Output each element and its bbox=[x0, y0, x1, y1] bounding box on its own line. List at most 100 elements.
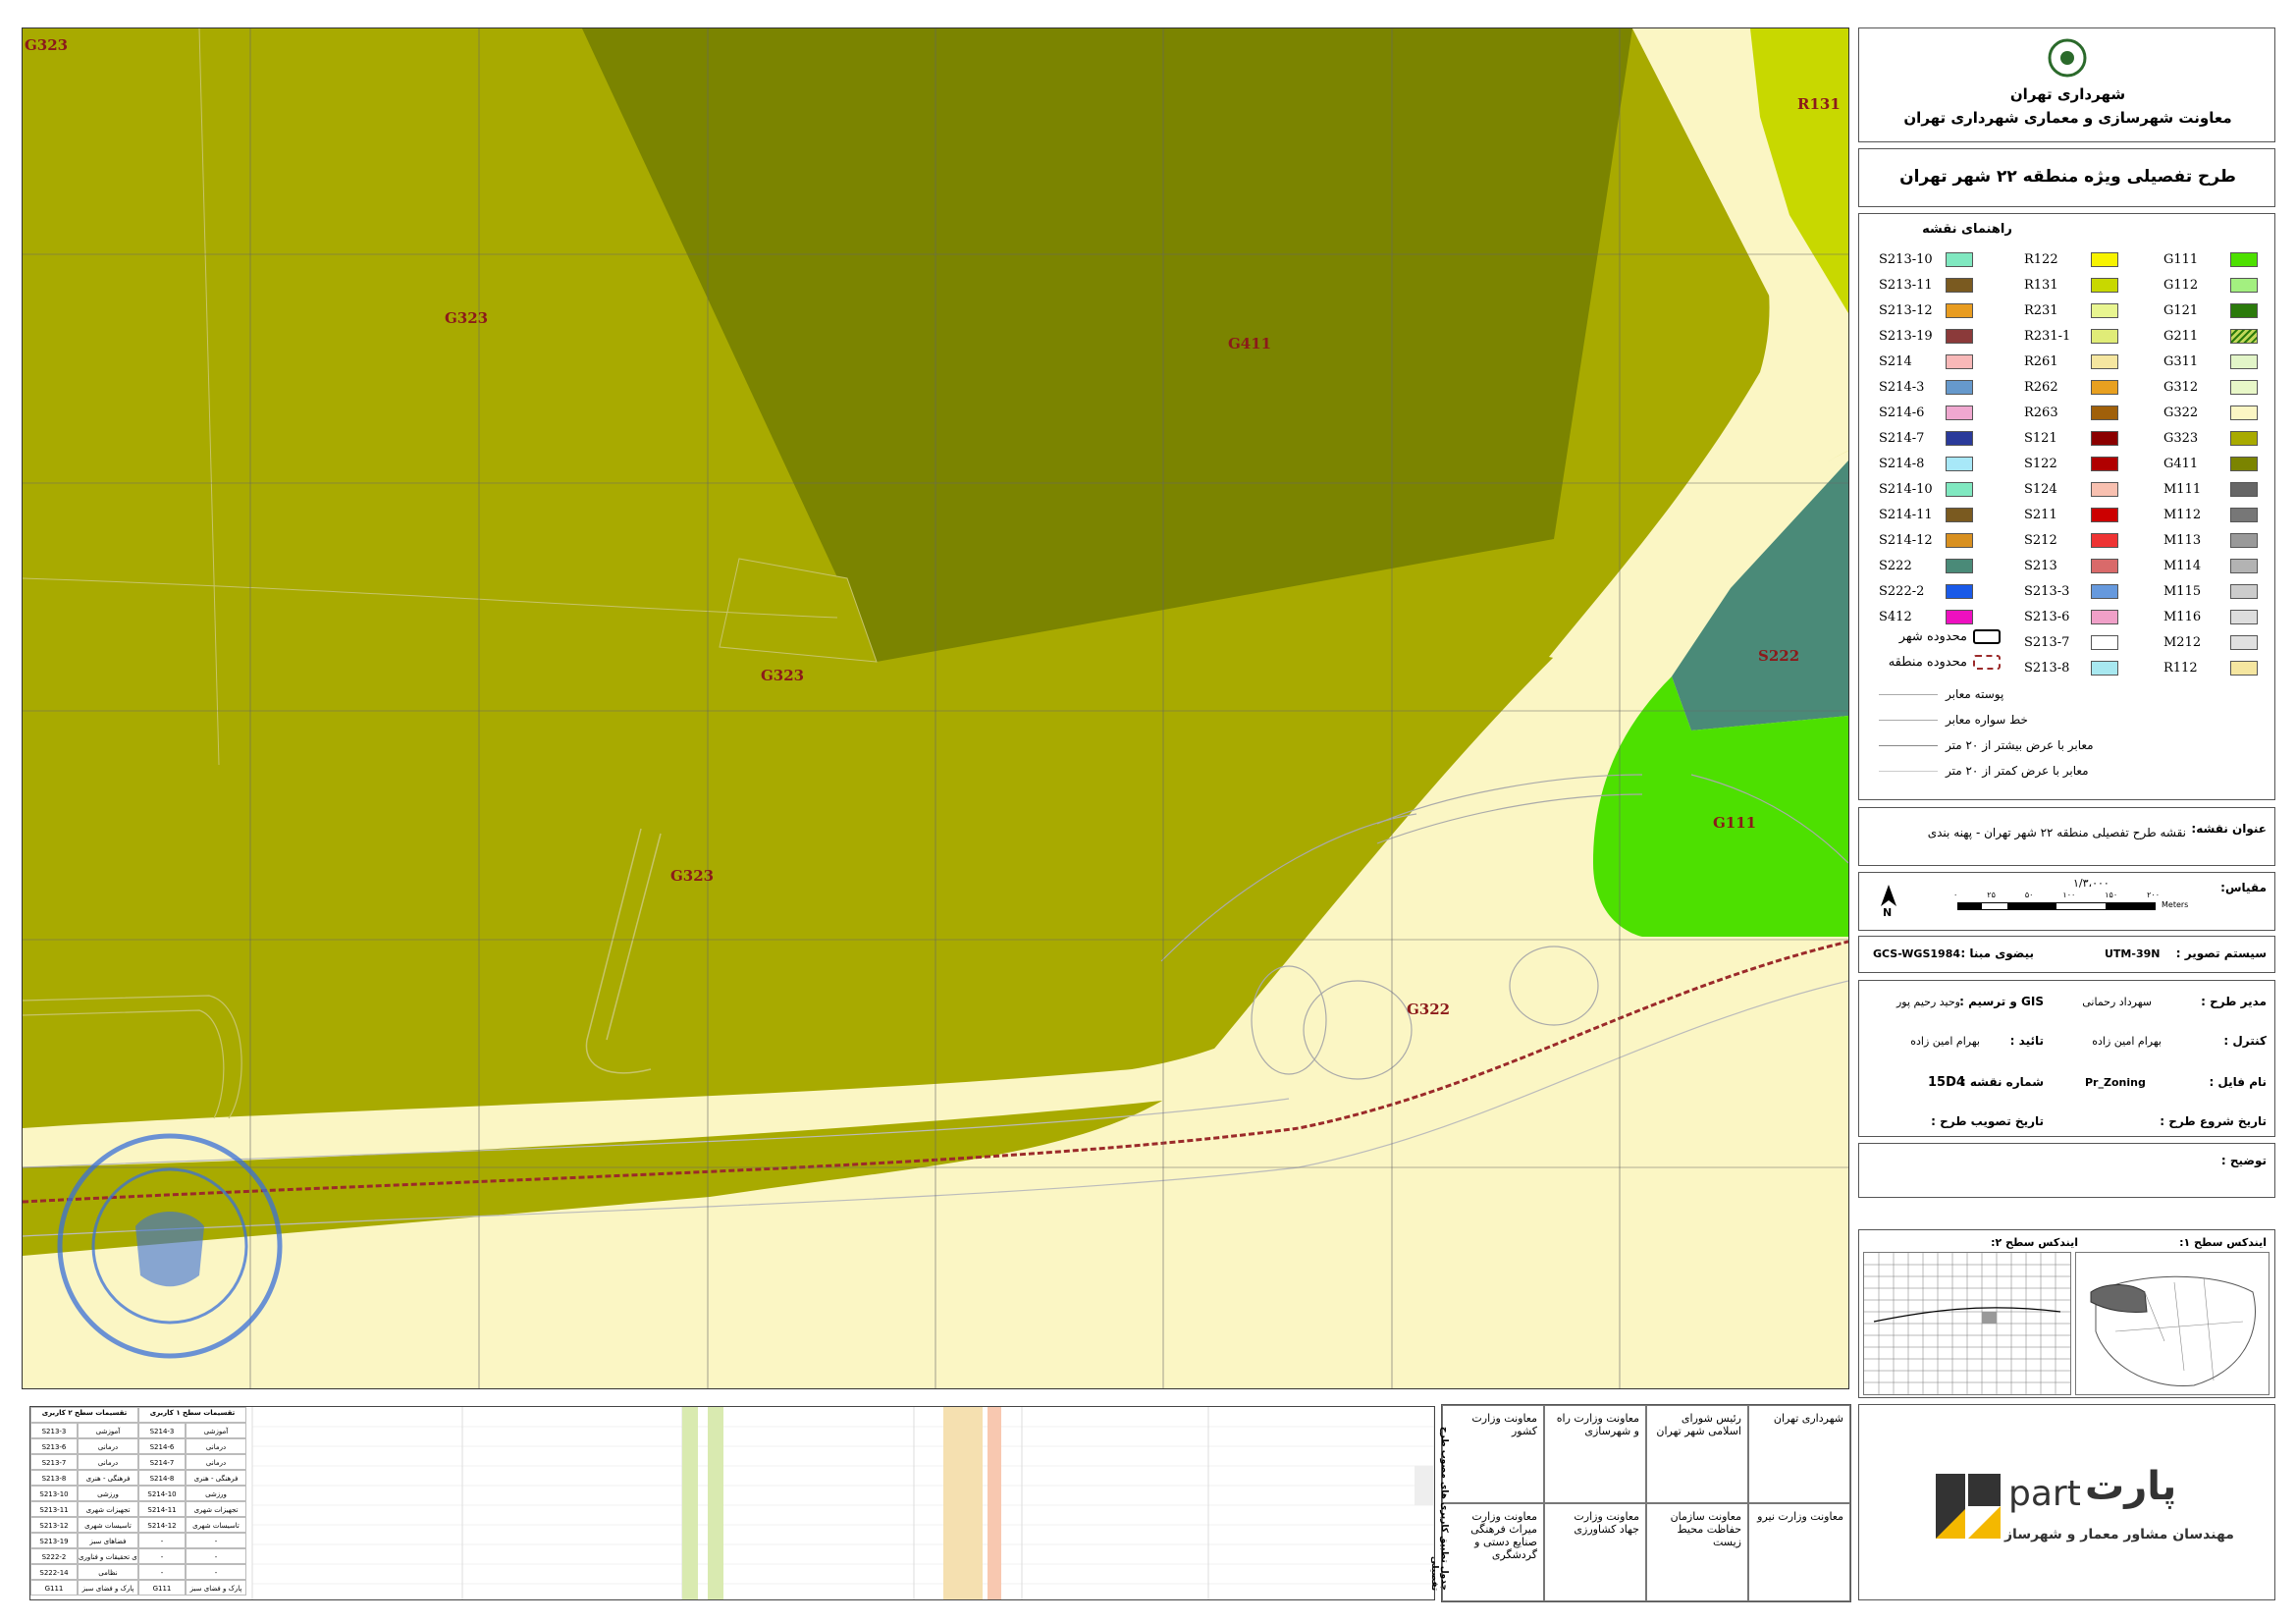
org-subtitle: معاونت شهرسازی و معماری شهرداری تهران bbox=[1903, 109, 2232, 127]
zone-label-r131: R131 bbox=[1797, 95, 1841, 113]
legend-swatch bbox=[2091, 583, 2118, 599]
legend-item-g312: G312 bbox=[2163, 377, 2258, 397]
legend-swatch bbox=[2091, 302, 2118, 318]
scale-box: مقیاس: ۱/۳،۰۰۰ N ۰ ۲۵ ۵۰ ۱۰۰ ۱۵۰ ۲۰۰ Meters bbox=[1858, 872, 2275, 931]
legend-swatch bbox=[1946, 302, 1973, 318]
legend-swatch bbox=[1946, 609, 1973, 624]
scale-unit: Meters bbox=[2162, 900, 2189, 909]
legend-item-s213-7: S213-7 bbox=[2024, 632, 2118, 652]
legend-swatch bbox=[2230, 302, 2258, 318]
legend-swatch bbox=[2230, 251, 2258, 267]
legend-item-m212: M212 bbox=[2163, 632, 2258, 652]
index-level2-label: ایندکس سطح ۲: bbox=[1991, 1236, 2078, 1249]
legend-item-s213-3: S213-3 bbox=[2024, 581, 2118, 601]
legend-swatch bbox=[2230, 481, 2258, 497]
legend-item-g323: G323 bbox=[2163, 428, 2258, 448]
legend-line-wide: معابر با عرض بیشتر از ۲۰ متر bbox=[1879, 736, 2094, 754]
part-logo-icon bbox=[1936, 1474, 2001, 1539]
legend-item-s214-7: S214-7 bbox=[1879, 428, 1973, 448]
zone-label-s222: S222 bbox=[1758, 647, 1800, 665]
org-name: شهرداری تهران bbox=[2009, 85, 2126, 103]
legend-swatch bbox=[2091, 609, 2118, 624]
legend-item-g211: G211 bbox=[2163, 326, 2258, 346]
bottom-tables: تقسیمات سطح ۲ کاربری تقسیمات سطح ۱ کاربری… bbox=[29, 1406, 1435, 1600]
plan-title: طرح تفصیلی ویژه منطقه ۲۲ شهر تهران bbox=[1899, 167, 2236, 187]
approve-label: تائید : bbox=[2009, 1034, 2044, 1048]
legend-swatch bbox=[2230, 609, 2258, 624]
legend-swatch bbox=[2230, 328, 2258, 344]
approvals-box: شهرداری تهران رئیس شورای اسلامی شهر تهرا… bbox=[1441, 1404, 1851, 1602]
index-level1-map bbox=[2075, 1252, 2269, 1395]
projection-label: سیستم تصویر : bbox=[2175, 947, 2267, 960]
legend-swatch bbox=[1946, 353, 1973, 369]
org-agriculture: معاونت وزارت جهاد کشاورزی bbox=[1544, 1503, 1646, 1601]
bottom-table-grid bbox=[251, 1407, 1434, 1599]
legend-city-boundary: محدوده شهر bbox=[1879, 626, 2001, 646]
org-environment: معاونت سازمان حفاظت محیط زیست bbox=[1646, 1503, 1748, 1601]
zone-label-g323: G323 bbox=[761, 667, 805, 684]
legend-item-s121: S121 bbox=[2024, 428, 2118, 448]
datum-value: GCS-WGS1984 bbox=[1873, 947, 1960, 960]
sheet-label: شماره نقشه : bbox=[1960, 1075, 2044, 1089]
legend-swatch bbox=[1946, 328, 1973, 344]
index-box: ایندکس سطح ۱: ایندکس سطح ۲: bbox=[1858, 1229, 2275, 1398]
legend-item-m116: M116 bbox=[2163, 607, 2258, 626]
map-title-box: عنوان نقشه: نقشه طرح تفصیلی منطقه ۲۲ شهر… bbox=[1858, 807, 2275, 866]
legend-item-s214-11: S214-11 bbox=[1879, 505, 1973, 524]
approve-value: بهرام امین زاده bbox=[1910, 1035, 1980, 1048]
credits-box: مدیر طرح : سهرداد رحمانی GIS و ترسیم : و… bbox=[1858, 980, 2275, 1137]
north-arrow-icon: N bbox=[1877, 883, 1900, 922]
zone-label-g323: G323 bbox=[670, 867, 715, 885]
approve-date-label: تاریخ تصویب طرح : bbox=[1931, 1114, 2044, 1128]
legend-line-narrow: معابر با عرض کمتر از ۲۰ متر bbox=[1879, 762, 2089, 780]
legend-item-g111: G111 bbox=[2163, 249, 2258, 269]
legend-swatch bbox=[2091, 405, 2118, 420]
legend-swatch bbox=[2230, 532, 2258, 548]
legend-swatch bbox=[1946, 558, 1973, 573]
map-title-value: نقشه طرح تفصیلی منطقه ۲۲ شهر تهران - پهن… bbox=[1927, 826, 2186, 839]
legend-item-s214-8: S214-8 bbox=[1879, 454, 1973, 473]
legend-swatch bbox=[2091, 251, 2118, 267]
org-tehran-municipality: شهرداری تهران bbox=[1748, 1405, 1850, 1503]
legend-item-s222-2: S222-2 bbox=[1879, 581, 1973, 601]
legend-item-s222: S222 bbox=[1879, 556, 1973, 575]
zone-label-g322: G322 bbox=[1407, 1001, 1451, 1018]
legend-item-s214-12: S214-12 bbox=[1879, 530, 1973, 550]
legend-district-boundary: محدوده منطقه bbox=[1879, 652, 2001, 672]
org-roads-ministry: معاونت وزارت راه و شهرسازی bbox=[1544, 1405, 1646, 1503]
legend-item-s214: S214 bbox=[1879, 352, 1973, 371]
legend-swatch bbox=[2091, 430, 2118, 446]
index-level1-label: ایندکس سطح ۱: bbox=[2179, 1236, 2267, 1249]
legend-swatch bbox=[1946, 430, 1973, 446]
legend-item-s213-11: S213-11 bbox=[1879, 275, 1973, 295]
legend-item-s213: S213 bbox=[2024, 556, 2118, 575]
legend-box: راهنمای نقشه G111 G112 G121 G211 G311 G312 G32… bbox=[1858, 213, 2275, 800]
legend-swatch bbox=[2230, 379, 2258, 395]
legend-swatch bbox=[1946, 405, 1973, 420]
zone-label-g111: G111 bbox=[1713, 814, 1757, 832]
legend-swatch bbox=[2230, 430, 2258, 446]
org-energy-ministry: معاونت وزارت نیرو bbox=[1748, 1503, 1850, 1601]
projection-value: UTM-39N bbox=[2105, 947, 2161, 960]
legend-item-s211: S211 bbox=[2024, 505, 2118, 524]
legend-item-s213-10: S213-10 bbox=[1879, 249, 1973, 269]
legend-item-s213-8: S213-8 bbox=[2024, 658, 2118, 677]
legend-swatch bbox=[2091, 277, 2118, 293]
legend-swatch bbox=[2230, 583, 2258, 599]
scale-ratio: ۱/۳،۰۰۰ bbox=[2073, 877, 2109, 890]
zone-label-g323: G323 bbox=[445, 309, 489, 327]
notes-box: توضیح : bbox=[1858, 1143, 2275, 1198]
legend-swatch bbox=[1946, 251, 1973, 267]
sheet-value: 15D4 bbox=[1928, 1075, 1965, 1090]
tehran-municipality-logo bbox=[2046, 36, 2089, 80]
zone-label-g411: G411 bbox=[1228, 335, 1272, 352]
legend-item-m111: M111 bbox=[2163, 479, 2258, 499]
control-value: بهرام امین زاده bbox=[2092, 1035, 2162, 1048]
map-frame[interactable]: G323 G323 G323 G323 G411 R131 S222 G111 … bbox=[22, 27, 1849, 1389]
scale-label: مقیاس: bbox=[2220, 881, 2267, 894]
legend-swatch bbox=[1946, 507, 1973, 522]
scale-ticks: ۰ ۲۵ ۵۰ ۱۰۰ ۱۵۰ ۲۰۰ bbox=[1953, 891, 2160, 899]
legend-swatch bbox=[2230, 558, 2258, 573]
gis-value: وحید رحیم پور bbox=[1896, 996, 1960, 1008]
legend-swatch bbox=[2230, 405, 2258, 420]
